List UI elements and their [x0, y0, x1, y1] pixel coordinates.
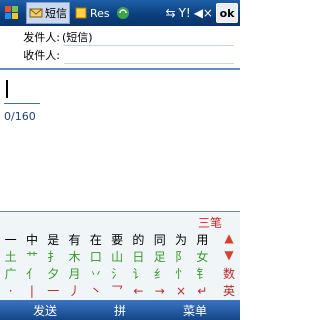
tab-messaging-label: 短信 [45, 7, 67, 20]
tab-sync[interactable] [114, 2, 134, 24]
candidate-key[interactable]: 是 [43, 231, 64, 249]
ok-button[interactable]: ok [216, 3, 238, 23]
radical-key[interactable]: 口 [85, 249, 106, 266]
candidate-key[interactable]: 中 [21, 231, 42, 249]
stroke-key[interactable]: 丿 [64, 283, 85, 300]
caret-underline [4, 103, 40, 104]
radical-key[interactable]: 亻 [21, 266, 42, 283]
connectivity-icon[interactable]: ⇆ [166, 6, 176, 20]
candidate-key[interactable]: 用 [192, 231, 213, 249]
english-mode-key[interactable]: 英 [218, 282, 240, 299]
menu-button[interactable]: 菜单 [150, 302, 240, 319]
candidate-key[interactable]: 的 [128, 231, 149, 249]
radical-key[interactable]: 广 [0, 266, 21, 283]
windows-logo-icon [5, 6, 18, 19]
radical-row-1: 土 艹 扌 木 口 山 日 足 阝 女 [0, 249, 213, 266]
bar-key[interactable]: | [21, 283, 42, 300]
candidate-key[interactable]: 同 [149, 231, 170, 249]
input-method-button[interactable]: 拼 [90, 302, 150, 319]
stroke-key[interactable]: 一 [43, 283, 64, 300]
radical-key[interactable]: 女 [192, 249, 213, 266]
radical-key[interactable]: 足 [149, 249, 170, 266]
to-underline [64, 63, 234, 64]
candidate-key[interactable]: 在 [85, 231, 106, 249]
stroke-key[interactable]: 乛 [106, 283, 127, 300]
radical-key[interactable]: 阝 [170, 249, 191, 266]
dot-key[interactable]: · [0, 283, 21, 300]
volume-icon[interactable]: ◀× [194, 6, 213, 20]
from-value[interactable]: (短信) [62, 29, 240, 45]
tab-res-label: Res [90, 6, 110, 20]
from-label: 发件人: [23, 31, 60, 44]
radical-row-2: 广 亻 夕 月 丷 氵 讠 纟 忄 钅 [0, 266, 213, 283]
text-caret [6, 80, 8, 98]
scroll-up-key[interactable]: ▲ [218, 231, 240, 245]
radical-key[interactable]: 钅 [192, 266, 213, 283]
signal-icon[interactable]: Y! [179, 6, 191, 20]
stroke-key[interactable]: 丶 [85, 283, 106, 300]
message-icon [29, 6, 43, 20]
from-row[interactable]: 发件人: (短信) [0, 28, 240, 46]
ime-mode-label[interactable]: 三笔 [198, 214, 222, 231]
numeric-mode-key[interactable]: 数 [218, 265, 240, 282]
sync-icon [116, 6, 130, 20]
candidate-key[interactable]: 一 [0, 231, 21, 249]
message-body[interactable] [0, 70, 240, 210]
radical-key[interactable]: 扌 [43, 249, 64, 266]
right-arrow-key[interactable]: → [149, 283, 170, 300]
enter-key[interactable]: ↵ [192, 283, 213, 300]
radical-key[interactable]: 日 [128, 249, 149, 266]
status-bar: 短信 Res ⇆ Y! ◀× ok [0, 0, 240, 26]
left-arrow-key[interactable]: ← [128, 283, 149, 300]
radical-key[interactable]: 山 [106, 249, 127, 266]
candidate-key[interactable]: 有 [64, 231, 85, 249]
radical-key[interactable]: 氵 [106, 266, 127, 283]
system-tray: ⇆ Y! ◀× ok [166, 3, 241, 23]
ime-keyboard[interactable]: 三笔 一 中 是 有 在 要 的 同 为 用 土 艹 扌 木 口 山 日 足 阝… [0, 211, 240, 302]
tab-messaging[interactable]: 短信 [26, 2, 70, 24]
send-button[interactable]: 发送 [0, 302, 90, 319]
candidate-key[interactable]: 要 [106, 231, 127, 249]
radical-key[interactable]: 纟 [149, 266, 170, 283]
to-row[interactable]: 收件人: [0, 46, 240, 64]
candidate-key[interactable]: 为 [170, 231, 191, 249]
character-counter: 0/160 [4, 110, 36, 123]
delete-key[interactable]: × [170, 283, 191, 300]
function-row: · | 一 丿 丶 乛 ← → × ↵ [0, 283, 213, 300]
scroll-down-key[interactable]: ▼ [218, 248, 240, 262]
radical-key[interactable]: 讠 [128, 266, 149, 283]
app-icon [74, 6, 88, 20]
candidate-row: 一 中 是 有 在 要 的 同 为 用 [0, 231, 213, 249]
to-field[interactable] [62, 47, 240, 63]
radical-key[interactable]: 木 [64, 249, 85, 266]
radical-key[interactable]: 土 [0, 249, 21, 266]
tab-res[interactable]: Res [72, 2, 112, 24]
softkey-bar: 发送 拼 菜单 [0, 300, 240, 320]
radical-key[interactable]: 忄 [170, 266, 191, 283]
to-label: 收件人: [23, 49, 60, 62]
radical-key[interactable]: 月 [64, 266, 85, 283]
radical-key[interactable]: 丷 [85, 266, 106, 283]
radical-key[interactable]: 艹 [21, 249, 42, 266]
radical-key[interactable]: 夕 [43, 266, 64, 283]
start-button[interactable] [0, 0, 24, 26]
